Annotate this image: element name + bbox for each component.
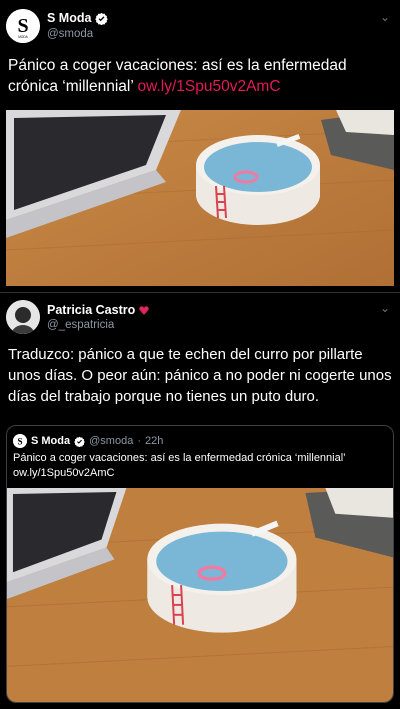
separator: · [137,435,141,447]
quoted-author-name: S Moda [31,435,71,447]
chevron-down-icon[interactable]: ⌄ [380,10,390,24]
author-name[interactable]: Patricia Castro [47,303,135,317]
avatar[interactable] [6,300,40,334]
tweet-text: Traduzco: pánico a que te echen del curr… [8,346,392,405]
tweet-patricia: Patricia Castro @_espatricia ⌄ Traduzco:… [0,292,400,709]
author-name[interactable]: S Moda [47,11,91,25]
tweet-smoda: S MODA S Moda @smoda ⌄ Pánico a coger va… [0,0,400,292]
avatar: S [13,434,27,448]
author-handle[interactable]: @_espatricia [47,319,114,331]
chevron-down-icon[interactable]: ⌄ [380,301,390,315]
quoted-handle: @smoda [89,435,134,447]
quoted-tweet[interactable]: S S Moda @smoda · 22h Pánico a coger vac… [6,425,394,703]
timestamp: 22h [144,435,164,447]
quoted-body: Pánico a coger vacaciones: así es la enf… [13,452,346,464]
svg-text:MODA: MODA [18,35,28,39]
verified-icon [95,12,109,25]
svg-text:S: S [17,437,22,447]
author-handle[interactable]: @smoda [47,28,93,40]
svg-text:S: S [17,15,28,37]
verified-icon [74,436,85,447]
heart-icon [139,305,149,315]
tweet-link[interactable]: ow.ly/1Spu50v2AmC [138,78,281,95]
tweet-image[interactable] [6,110,394,286]
avatar[interactable]: S MODA [6,9,40,43]
quoted-image[interactable] [7,488,393,702]
tweet-text: Pánico a coger vacaciones: así es la enf… [8,55,392,97]
quoted-text: Pánico a coger vacaciones: así es la enf… [13,451,385,481]
quoted-link[interactable]: ow.ly/1Spu50v2AmC [13,467,115,479]
